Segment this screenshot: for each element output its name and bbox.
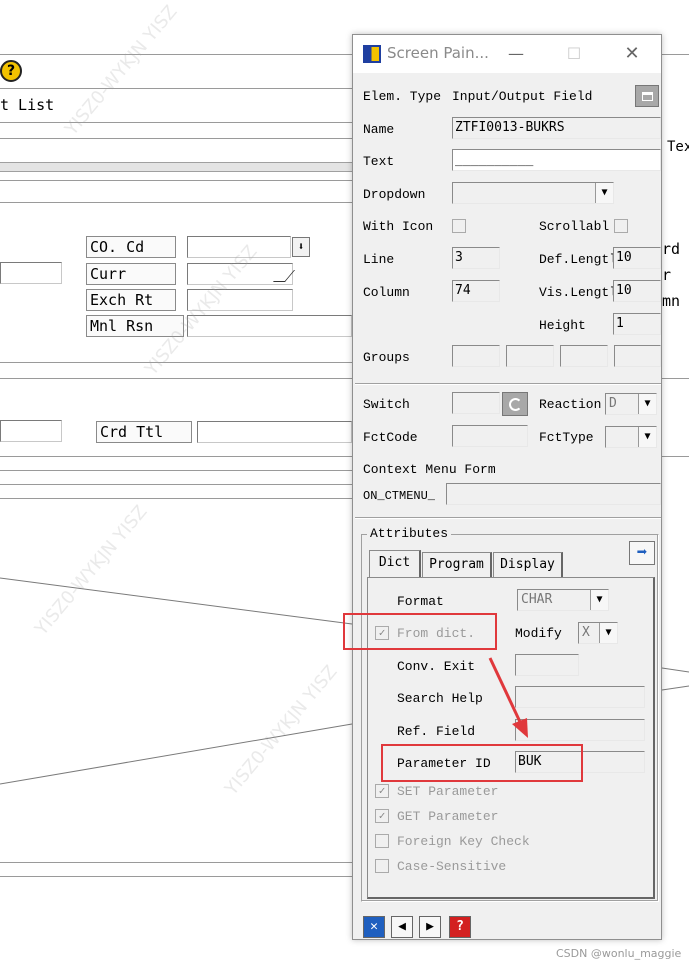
annotation-arrow (488, 657, 528, 738)
watermark-credit: CSDN @wonlu_maggie (556, 947, 682, 960)
